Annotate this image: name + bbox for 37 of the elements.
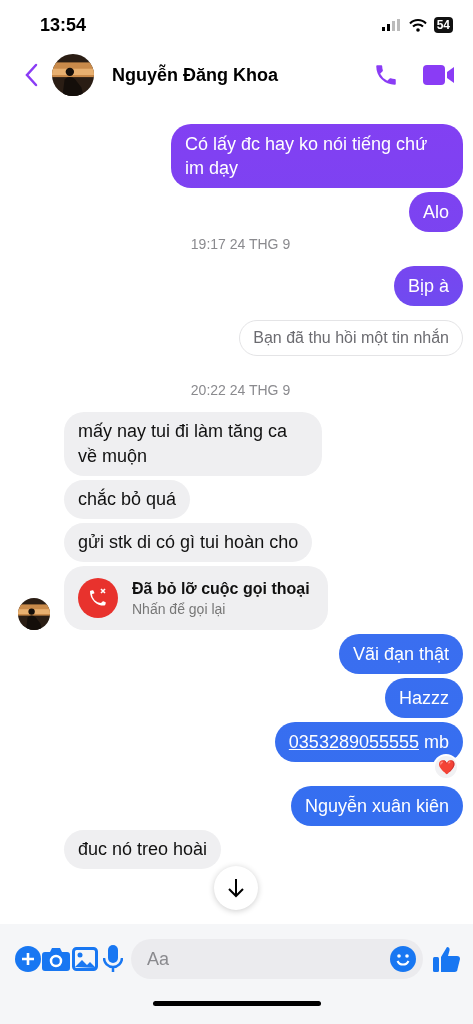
sent-message: Hazzz — [385, 678, 463, 718]
back-icon[interactable] — [24, 63, 38, 87]
down-arrow-icon — [227, 878, 245, 898]
sent-message: Nguyễn xuân kiên — [290, 786, 463, 826]
scroll-down-button[interactable] — [214, 866, 258, 910]
video-camera-icon[interactable] — [423, 64, 455, 86]
image-icon — [71, 947, 98, 971]
missed-call-icon — [78, 578, 118, 618]
received-message: gửi stk di có gì tui hoàn cho — [64, 523, 313, 562]
thumbs-up-icon — [433, 945, 461, 973]
reaction-badge: ❤ — [433, 754, 459, 780]
contact-avatar — [52, 54, 94, 96]
wifi-icon — [408, 18, 427, 32]
camera-icon — [42, 947, 71, 971]
message-timestamp: 19:17 24 THG 9 — [190, 236, 291, 252]
microphone-icon — [102, 945, 123, 973]
sent-message: Bịp à — [393, 266, 463, 306]
call-subtitle: Nhấn để gọi lại — [132, 600, 227, 617]
received-message: đuc nó treo hoài — [64, 830, 222, 869]
message-input[interactable]: Aa — [131, 939, 423, 979]
sent-message: Alo — [409, 192, 463, 232]
received-message: chắc bỏ quá — [64, 480, 191, 519]
sender-avatar — [18, 598, 50, 630]
phone-icon[interactable] — [373, 62, 399, 88]
signal-icon — [381, 19, 402, 31]
contact-name: Nguyễn Đăng Khoa — [112, 64, 279, 86]
message-timestamp: 20:22 24 THG 9 — [190, 382, 291, 398]
status-time: 13:54 — [40, 14, 87, 36]
battery-level: 54 — [433, 17, 453, 33]
sent-message: Có lấy đc hay ko nói tiếng chứ im dạy — [171, 124, 463, 188]
phone-link[interactable]: 0353289055555 — [288, 732, 419, 752]
missed-call-card[interactable]: Đã bỏ lỡ cuộc gọi thoại Nhấn để gọi lại — [64, 566, 328, 630]
plus-icon — [15, 946, 42, 972]
call-title: Đã bỏ lỡ cuộc gọi thoại — [132, 579, 310, 598]
sent-message: Vãi đạn thật — [338, 634, 463, 674]
emoji-icon[interactable] — [390, 946, 416, 972]
received-message: mấy nay tui đi làm tăng ca về muộn — [64, 412, 322, 476]
